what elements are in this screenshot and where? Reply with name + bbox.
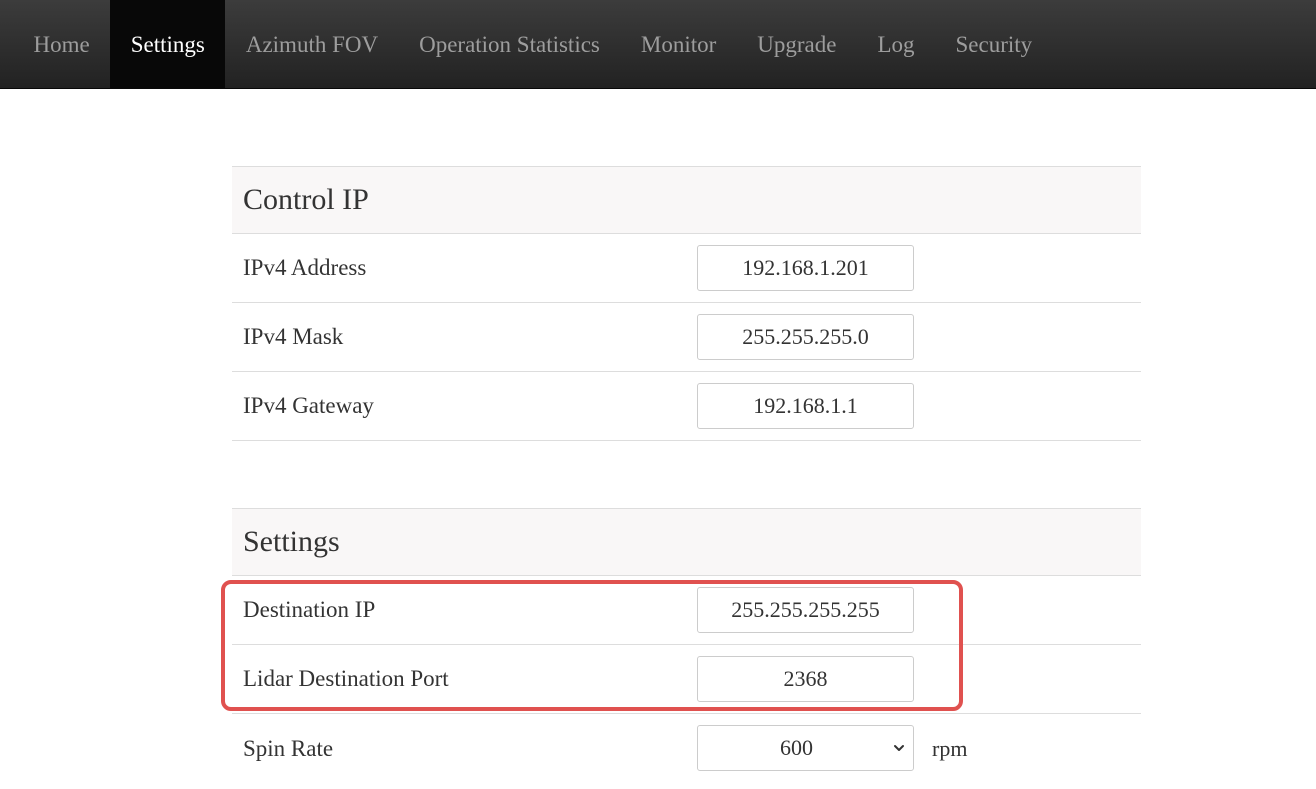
destination-ip-row: Destination IP: [232, 576, 1141, 645]
spin-rate-select[interactable]: 600: [697, 725, 914, 771]
lidar-destination-port-input[interactable]: [697, 656, 914, 702]
spin-rate-label: Spin Rate: [243, 736, 334, 761]
nav-security[interactable]: Security: [935, 0, 1053, 89]
nav-operation-statistics[interactable]: Operation Statistics: [399, 0, 621, 89]
destination-ip-input[interactable]: [697, 587, 914, 633]
ipv4-mask-label: IPv4 Mask: [243, 324, 344, 349]
ipv4-mask-input[interactable]: [697, 314, 914, 360]
ipv4-address-label: IPv4 Address: [243, 255, 367, 280]
chevron-down-icon: [894, 745, 904, 751]
ipv4-address-input[interactable]: [697, 245, 914, 291]
settings-header: Settings: [232, 508, 1141, 576]
spin-rate-value: 600: [780, 735, 813, 760]
destination-ip-label: Destination IP: [243, 597, 376, 622]
settings-content: Control IP IPv4 Address IPv4 Mask IPv4 G…: [232, 166, 1141, 783]
ipv4-mask-row: IPv4 Mask: [232, 303, 1141, 372]
ipv4-gateway-input[interactable]: [697, 383, 914, 429]
nav-settings[interactable]: Settings: [110, 0, 226, 89]
spin-rate-row: Spin Rate 600 rpm: [232, 714, 1141, 783]
nav-monitor[interactable]: Monitor: [620, 0, 736, 89]
spin-rate-unit: rpm: [932, 735, 968, 761]
ipv4-gateway-label: IPv4 Gateway: [243, 393, 374, 418]
nav-home[interactable]: Home: [13, 0, 110, 89]
top-navbar: Home Settings Azimuth FOV Operation Stat…: [0, 0, 1316, 89]
ipv4-gateway-row: IPv4 Gateway: [232, 372, 1141, 441]
nav-upgrade[interactable]: Upgrade: [737, 0, 857, 89]
nav-log[interactable]: Log: [857, 0, 935, 89]
ipv4-address-row: IPv4 Address: [232, 234, 1141, 303]
control-ip-header: Control IP: [232, 166, 1141, 234]
nav-azimuth-fov[interactable]: Azimuth FOV: [225, 0, 398, 89]
lidar-destination-port-label: Lidar Destination Port: [243, 666, 449, 691]
lidar-destination-port-row: Lidar Destination Port: [232, 645, 1141, 714]
